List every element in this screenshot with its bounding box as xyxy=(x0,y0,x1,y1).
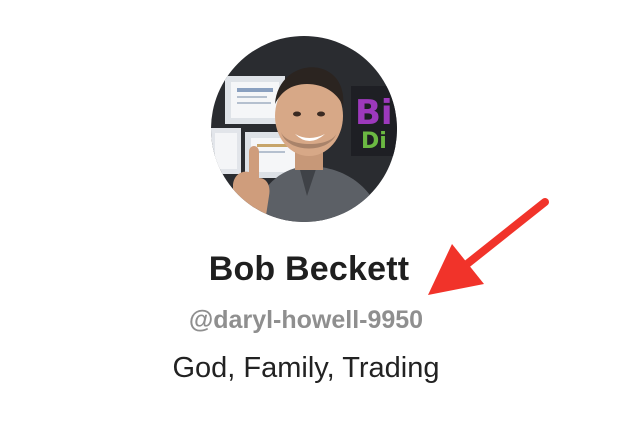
profile-photo-icon: Bi Di xyxy=(211,36,397,222)
svg-text:Bi: Bi xyxy=(355,93,393,133)
display-name: Bob Beckett xyxy=(208,250,410,288)
svg-text:Di: Di xyxy=(361,129,387,154)
avatar[interactable]: Bi Di xyxy=(211,36,397,222)
username-handle[interactable]: @daryl-howell-9950 xyxy=(0,306,612,335)
profile-card: Bi Di Bob Beckett @daryl-howell-9950 God… xyxy=(0,0,618,438)
profile-bio: God, Family, Trading xyxy=(172,352,440,384)
